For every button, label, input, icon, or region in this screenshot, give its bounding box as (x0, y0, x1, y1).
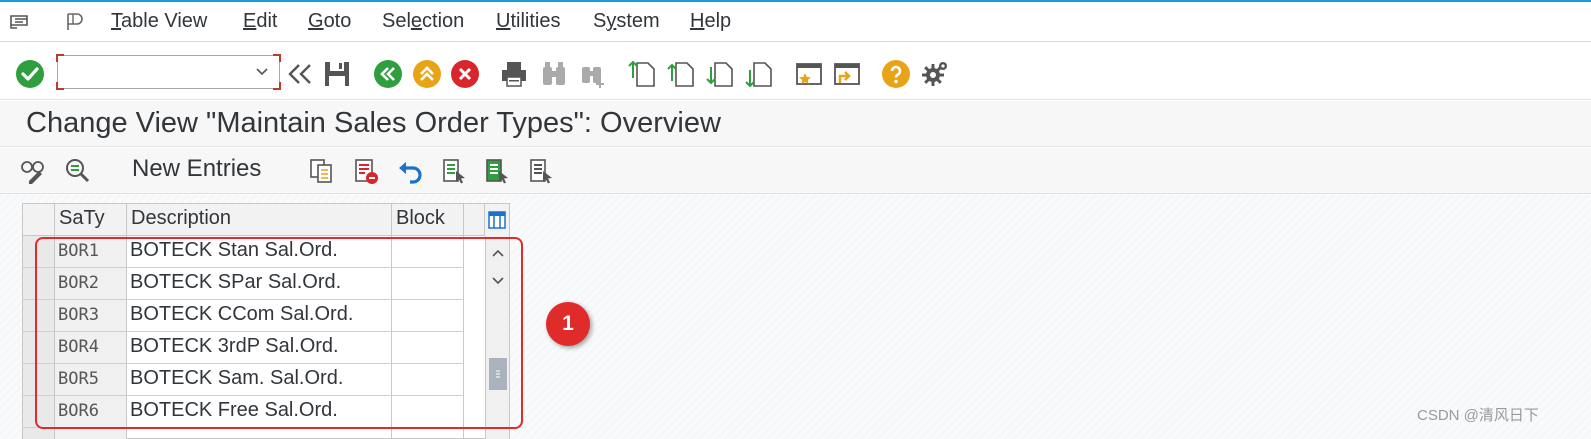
copy-as-icon[interactable] (305, 155, 337, 187)
annotation-highlight-box (35, 237, 523, 429)
menu-bar: Table View Edit Goto Selection Utilities… (0, 2, 1591, 42)
find-icon[interactable] (537, 57, 571, 91)
new-session-icon[interactable] (792, 57, 826, 91)
focus-corner (56, 54, 64, 62)
next-page-icon[interactable] (704, 57, 738, 91)
menu-table-view[interactable]: Table View (111, 10, 207, 33)
annotation-marker: 1 (546, 302, 590, 346)
cancel-icon[interactable] (448, 57, 482, 91)
title-bar: Change View "Maintain Sales Order Types"… (0, 101, 1591, 147)
check-entries-icon[interactable] (62, 155, 94, 187)
application-toolbar: New Entries (0, 148, 1591, 194)
menu-utilities[interactable]: Utilities (496, 10, 560, 33)
command-field[interactable] (56, 54, 281, 90)
focus-corner (273, 54, 281, 62)
command-input[interactable] (58, 56, 248, 86)
personalize-icon[interactable] (63, 10, 87, 34)
column-header-description[interactable]: Description (127, 204, 392, 236)
focus-corner (273, 82, 281, 90)
menu-goto[interactable]: Goto (308, 10, 351, 33)
column-settings-icon[interactable] (485, 204, 509, 236)
cell-saty (55, 428, 127, 439)
row-selector[interactable] (23, 428, 55, 439)
select-all-icon[interactable] (438, 155, 470, 187)
menu-help[interactable]: Help (690, 10, 731, 33)
previous-page-icon[interactable] (665, 57, 699, 91)
column-header-saty[interactable]: SaTy (55, 204, 127, 236)
cell-block[interactable] (392, 428, 464, 439)
collapse-toolbar-icon[interactable] (283, 57, 317, 91)
new-entries-button[interactable]: New Entries (132, 155, 261, 183)
print-icon[interactable] (497, 57, 531, 91)
focus-corner (56, 82, 64, 90)
watermark: CSDN @清风日下 (1417, 407, 1539, 424)
display-change-icon[interactable] (17, 155, 49, 187)
select-all-header[interactable] (23, 204, 55, 236)
back-icon[interactable] (371, 57, 405, 91)
exit-icon[interactable] (410, 57, 444, 91)
page-title: Change View "Maintain Sales Order Types"… (26, 107, 721, 139)
first-page-icon[interactable] (626, 57, 660, 91)
header-spacer (464, 204, 485, 236)
standard-toolbar (0, 43, 1591, 100)
column-header-block[interactable]: Block (392, 204, 464, 236)
menu-system[interactable]: System (593, 10, 660, 33)
deselect-all-icon[interactable] (525, 155, 557, 187)
delete-icon[interactable] (350, 155, 382, 187)
find-next-icon[interactable] (576, 57, 610, 91)
last-page-icon[interactable] (743, 57, 777, 91)
chevron-down-icon[interactable] (255, 64, 269, 83)
select-block-icon[interactable] (481, 155, 513, 187)
save-icon[interactable] (320, 57, 354, 91)
shortcut-icon[interactable] (830, 57, 864, 91)
cell-description[interactable] (127, 428, 392, 439)
menu-edit[interactable]: Edit (243, 10, 277, 33)
settings-gear-icon[interactable] (918, 57, 952, 91)
undo-icon[interactable] (394, 155, 426, 187)
help-icon[interactable] (879, 57, 913, 91)
menu-icon[interactable] (8, 10, 32, 34)
enter-checkmark-icon[interactable] (13, 57, 47, 91)
menu-selection[interactable]: Selection (382, 10, 464, 33)
